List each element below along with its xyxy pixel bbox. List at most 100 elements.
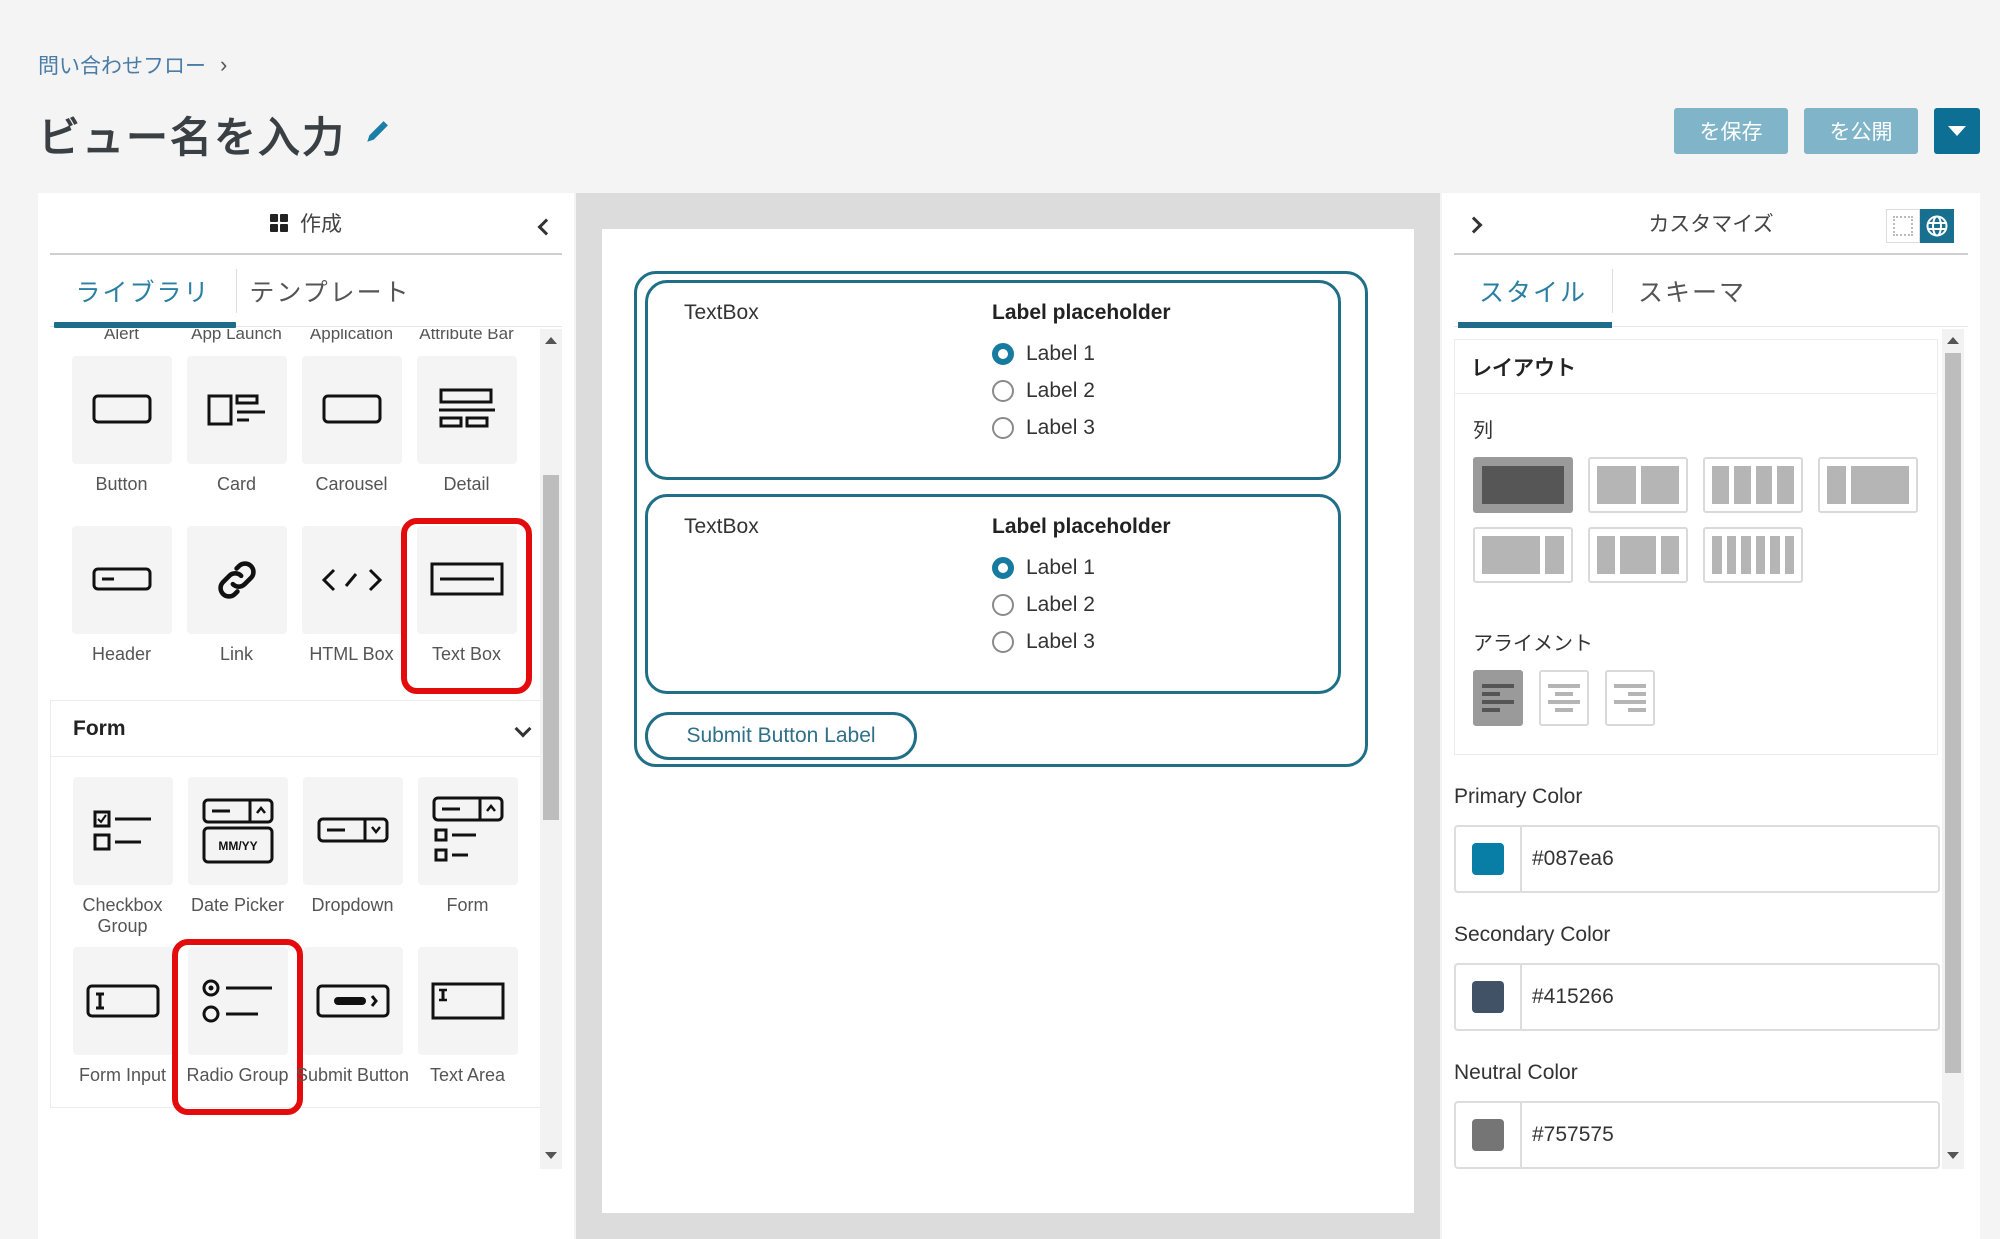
neutral-color-picker[interactable] xyxy=(1456,1103,1522,1167)
component-submit-button[interactable]: Submit Button xyxy=(295,947,410,1107)
tile-label: Form xyxy=(446,895,489,915)
component-header[interactable]: Header xyxy=(64,526,179,686)
component-text-area[interactable]: Text Area xyxy=(410,947,525,1107)
grid-icon xyxy=(270,214,288,232)
textbox-element[interactable]: TextBox xyxy=(684,301,759,325)
component-checkbox-group[interactable]: Checkbox Group xyxy=(65,777,180,937)
column-option-1-1[interactable] xyxy=(1588,457,1688,513)
tile-label: Header xyxy=(91,644,152,664)
radio-option[interactable]: Label 3 xyxy=(992,623,1171,660)
component-alert[interactable]: Alert xyxy=(64,329,179,344)
neutral-color-field xyxy=(1454,1101,1940,1169)
component-dropdown[interactable]: Dropdown xyxy=(295,777,410,937)
radio-group-element[interactable]: Label placeholder Label 1 Label 2 Label … xyxy=(992,515,1171,660)
component-date-picker[interactable]: MM/YY Date Picker xyxy=(180,777,295,937)
component-application[interactable]: Application xyxy=(294,329,409,344)
component-form[interactable]: Form xyxy=(410,777,525,937)
edit-pencil-icon[interactable] xyxy=(364,119,390,150)
tab-schema[interactable]: スキーマ xyxy=(1613,255,1771,326)
dropdown-icon xyxy=(317,817,388,843)
align-left-button[interactable] xyxy=(1473,670,1523,726)
radio-group-title: Label placeholder xyxy=(992,515,1171,538)
form-section: Form Checkbox Group MM/YY Date Picker Dr… xyxy=(50,700,548,1115)
component-carousel[interactable]: Carousel xyxy=(294,356,409,516)
more-actions-dropdown-button[interactable] xyxy=(1934,108,1980,154)
primary-color-input[interactable] xyxy=(1522,847,1902,871)
component-card[interactable]: Card xyxy=(179,356,294,516)
radio-option[interactable]: Label 3 xyxy=(992,409,1171,446)
neutral-color-input[interactable] xyxy=(1522,1123,1902,1147)
view-canvas: TextBox Label placeholder Label 1 Label … xyxy=(602,229,1414,1213)
scroll-up-icon[interactable] xyxy=(545,337,557,344)
tab-template[interactable]: テンプレート xyxy=(237,255,423,326)
radio-option[interactable]: Label 2 xyxy=(992,372,1171,409)
chevron-right-icon: › xyxy=(220,52,228,77)
column-option-1[interactable] xyxy=(1473,457,1573,513)
tile-label: Form Input xyxy=(78,1065,167,1085)
tile-label: Link xyxy=(219,644,254,664)
scrollbar-thumb[interactable] xyxy=(543,475,559,820)
tile-label: Text Box xyxy=(431,644,502,664)
collapse-panel-button[interactable] xyxy=(1465,213,1483,237)
library-scrollbar[interactable] xyxy=(540,329,562,1169)
panel-mode-toggle xyxy=(1886,209,1954,243)
component-text-box[interactable]: Text Box xyxy=(401,518,532,694)
component-link[interactable]: Link xyxy=(179,526,294,686)
radio-group-element[interactable]: Label placeholder Label 1 Label 2 Label … xyxy=(992,301,1171,446)
scroll-up-icon[interactable] xyxy=(1947,337,1959,344)
color-swatch xyxy=(1472,981,1504,1013)
radio-option[interactable]: Label 2 xyxy=(992,586,1171,623)
component-html-box[interactable]: HTML Box xyxy=(294,526,409,686)
page-title[interactable]: ビュー名を入力 xyxy=(38,104,346,165)
component-form-input[interactable]: Form Input xyxy=(65,947,180,1107)
form-section-header[interactable]: Form xyxy=(51,701,547,757)
secondary-color-picker[interactable] xyxy=(1456,965,1522,1029)
customize-tabs: スタイル スキーマ xyxy=(1454,255,1968,328)
component-attribute-bar[interactable]: Attribute Bar xyxy=(409,329,524,344)
component-app-launch[interactable]: App Launch xyxy=(179,329,294,344)
save-button[interactable]: を保存 xyxy=(1674,108,1788,154)
neutral-color-label: Neutral Color xyxy=(1454,1061,1578,1084)
column-options xyxy=(1473,457,1937,583)
component-detail[interactable]: Detail xyxy=(409,356,524,516)
form-container[interactable]: TextBox Label placeholder Label 1 Label … xyxy=(634,271,1368,767)
secondary-color-input[interactable] xyxy=(1522,985,1902,1009)
primary-color-picker[interactable] xyxy=(1456,827,1522,891)
global-style-button[interactable] xyxy=(1920,209,1954,243)
submit-button-element[interactable]: Submit Button Label xyxy=(645,712,917,760)
component-button[interactable]: Button xyxy=(64,356,179,516)
select-area-button[interactable] xyxy=(1886,209,1920,243)
customize-scrollbar[interactable] xyxy=(1942,329,1964,1169)
form-input-icon xyxy=(86,984,159,1018)
tab-style[interactable]: スタイル xyxy=(1454,255,1612,328)
textbox-element[interactable]: TextBox xyxy=(684,515,759,539)
scroll-down-icon[interactable] xyxy=(1947,1152,1959,1159)
radio-unchecked-icon xyxy=(992,630,1014,653)
panel-header: 作成 xyxy=(50,193,562,255)
radio-option[interactable]: Label 1 xyxy=(992,335,1171,372)
publish-button[interactable]: を公開 xyxy=(1804,108,1918,154)
breadcrumb-link-parent[interactable]: 問い合わせフロー xyxy=(38,50,206,80)
align-right-button[interactable] xyxy=(1605,670,1655,726)
tile-label: Text Area xyxy=(429,1065,506,1085)
tile-label: Carousel xyxy=(315,474,388,494)
column-option-1-2-1[interactable] xyxy=(1588,527,1688,583)
align-center-button[interactable] xyxy=(1539,670,1589,726)
scrollbar-thumb[interactable] xyxy=(1945,353,1961,1073)
color-swatch xyxy=(1472,843,1504,875)
library-tabs: ライブラリ テンプレート xyxy=(50,255,562,328)
form-row[interactable]: TextBox Label placeholder Label 1 Label … xyxy=(645,280,1341,480)
tab-library[interactable]: ライブラリ xyxy=(50,255,236,328)
column-option-1-1-1-1[interactable] xyxy=(1703,457,1803,513)
form-row[interactable]: TextBox Label placeholder Label 1 Label … xyxy=(645,494,1341,694)
scroll-down-icon[interactable] xyxy=(545,1152,557,1159)
column-option-1-3[interactable] xyxy=(1818,457,1918,513)
collapse-panel-button[interactable] xyxy=(537,209,555,240)
radio-option[interactable]: Label 1 xyxy=(992,549,1171,586)
code-icon xyxy=(321,568,382,592)
tile-label: Card xyxy=(216,474,256,494)
component-radio-group[interactable]: Radio Group xyxy=(172,939,303,1115)
column-option-6[interactable] xyxy=(1703,527,1803,583)
column-option-3-1[interactable] xyxy=(1473,527,1573,583)
tile-label: Submit Button xyxy=(295,1065,410,1085)
